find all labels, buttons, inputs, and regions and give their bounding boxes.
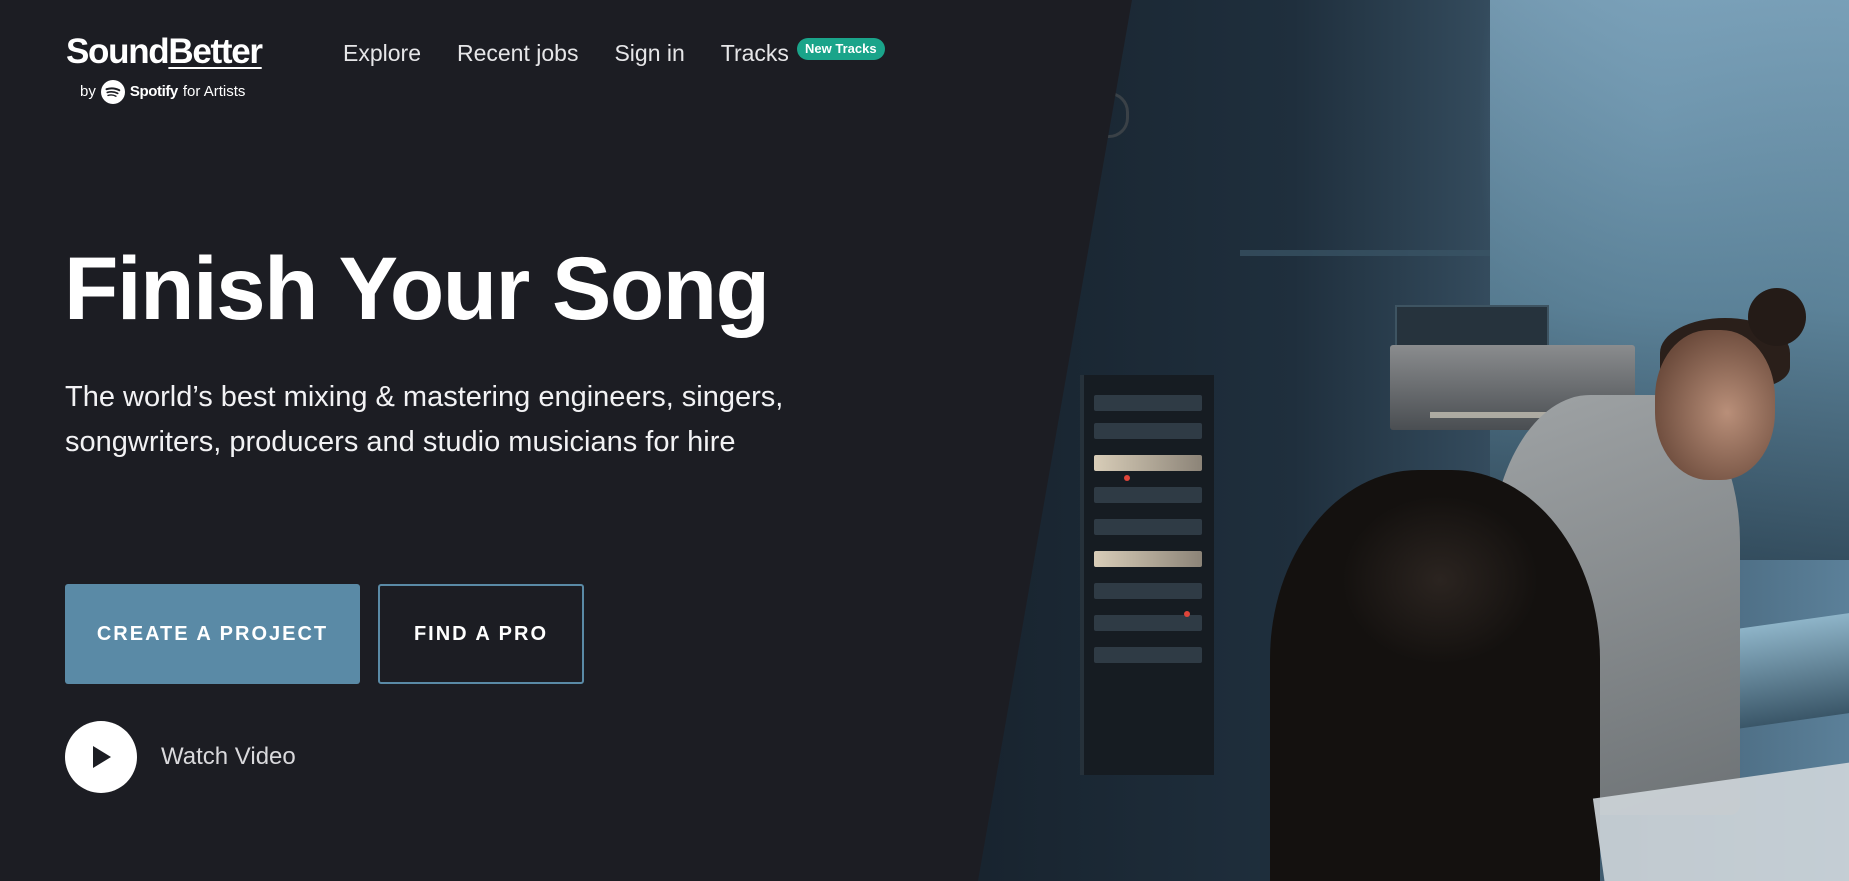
logo-tagline: by Spotify for Artists	[80, 80, 245, 104]
spotify-icon	[100, 80, 125, 104]
logo-wordmark: SoundBetter	[66, 32, 263, 71]
nav-sign-in[interactable]: Sign in	[614, 38, 684, 68]
play-button[interactable]	[65, 721, 137, 793]
new-tracks-badge: New Tracks	[797, 38, 885, 60]
nav-explore[interactable]: Explore	[343, 38, 421, 68]
logo-brand: Spotify	[129, 83, 178, 100]
soundbetter-logo[interactable]: SoundBetter by Spotify for Artists	[66, 32, 276, 104]
nav-tracks[interactable]: Tracks	[721, 38, 789, 68]
main-nav: Explore Recent jobs Sign in Tracks	[343, 38, 789, 68]
nav-recent-jobs[interactable]: Recent jobs	[457, 38, 578, 68]
find-pro-button[interactable]: FIND A PRO	[378, 584, 584, 684]
logo-suffix: for Artists	[182, 83, 246, 100]
hero-subtitle: The world’s best mixing & mastering engi…	[65, 381, 784, 458]
hero-title: Finish Your Song	[64, 238, 770, 338]
create-project-button[interactable]: CREATE A PROJECT	[65, 584, 360, 684]
watch-video-link[interactable]: Watch Video	[65, 721, 296, 793]
play-icon	[93, 746, 111, 768]
watch-video-label: Watch Video	[161, 743, 296, 770]
logo-prefix: by	[80, 83, 96, 100]
